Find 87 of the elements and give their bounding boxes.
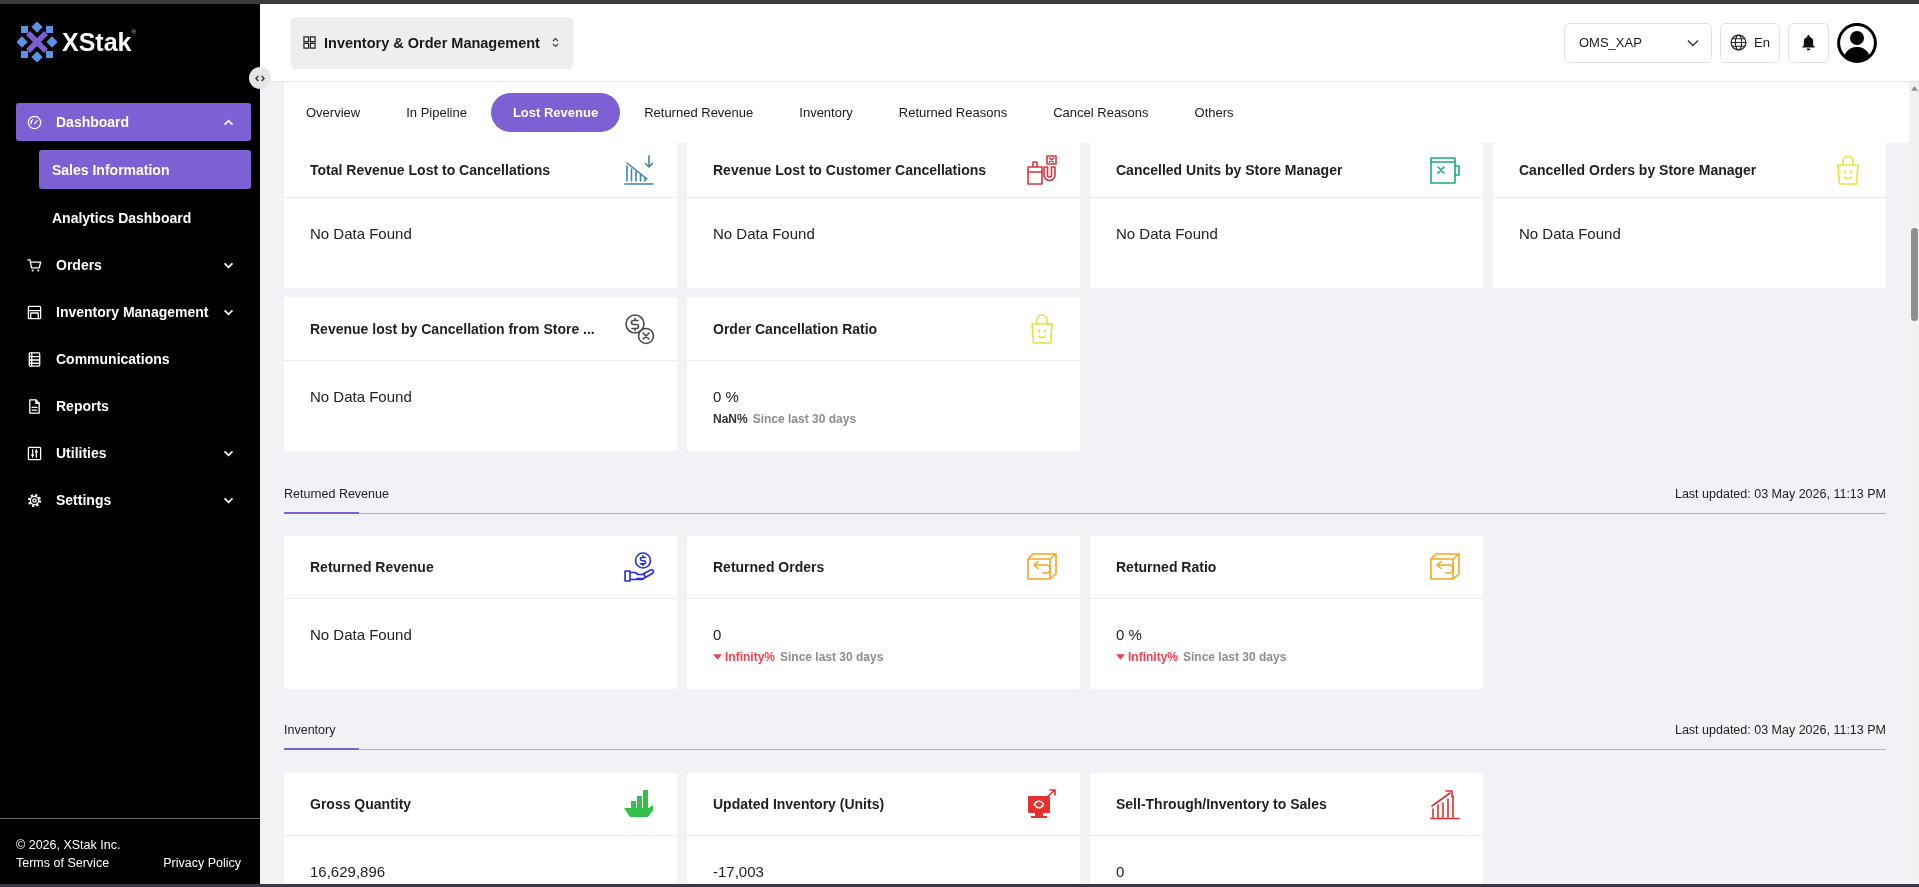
metric-value: 16,629,896 <box>310 862 387 882</box>
globe-icon <box>1730 34 1748 51</box>
last-updated-text: Last updated: 03 May 2026, 11:13 PM <box>1674 722 1886 739</box>
section-title: Inventory <box>284 722 336 739</box>
period-text: Since last 30 days <box>780 649 884 666</box>
notifications-button[interactable] <box>1788 22 1829 63</box>
metric-value: 0 <box>1116 862 1126 882</box>
tab[interactable]: In Pipeline <box>384 93 489 132</box>
card-title: Total Revenue Lost to Cancellations <box>310 162 552 178</box>
tab[interactable]: Cancel Reasons <box>1031 93 1171 132</box>
change-percent: NaN% <box>713 411 748 428</box>
collapse-toggle-button[interactable] <box>249 67 271 89</box>
nav-item[interactable]: Communications <box>16 340 251 378</box>
change-percent: Infinity% <box>725 649 775 666</box>
card-title: Returned Orders <box>713 559 826 575</box>
card-title: Returned Ratio <box>1116 559 1218 575</box>
section-title: Returned Revenue <box>284 486 389 503</box>
wallet-icon <box>1429 154 1461 186</box>
period-text: Since last 30 days <box>1183 649 1287 666</box>
card-title: Revenue Lost to Customer Cancellations <box>713 162 988 178</box>
chevrons-icon <box>255 74 265 82</box>
card-title: Cancelled Units by Store Manager <box>1116 162 1344 178</box>
metric-value: No Data Found <box>310 387 413 407</box>
box-arrow-icon <box>1026 551 1058 583</box>
card-title: Gross Quantity <box>310 796 413 812</box>
scrollbar-thumb[interactable] <box>1910 228 1918 321</box>
language-button[interactable]: En <box>1720 22 1780 63</box>
footer-link[interactable]: Privacy Policy <box>163 854 241 872</box>
logo-icon <box>17 22 57 62</box>
metric-value: No Data Found <box>310 625 413 645</box>
metric-value: No Data Found <box>1116 224 1219 244</box>
metric-value: No Data Found <box>1519 224 1622 244</box>
nav-item[interactable]: Utilities <box>16 434 251 472</box>
nav-item[interactable]: Dashboard <box>16 103 251 141</box>
grid-icon <box>303 36 316 49</box>
nav-item[interactable]: Reports <box>16 387 251 425</box>
module-switcher-button[interactable]: Inventory & Order Management <box>291 16 573 69</box>
card-title: Sell-Through/Inventory to Sales <box>1116 796 1328 812</box>
gear-icon <box>27 492 42 508</box>
card-title: Updated Inventory (Units) <box>713 796 886 812</box>
tab[interactable]: Lost Revenue <box>490 93 621 132</box>
card-title: Revenue lost by Cancellation from Store ... <box>310 320 596 337</box>
list-icon <box>27 351 42 367</box>
store-select[interactable]: OMS_XAP <box>1564 22 1712 63</box>
avatar-icon[interactable] <box>1837 22 1877 63</box>
nav-subitem[interactable]: Analytics Dashboard <box>39 198 251 237</box>
sliders-icon <box>27 445 42 461</box>
tab[interactable]: Others <box>1172 93 1256 132</box>
metric-value: No Data Found <box>713 224 816 244</box>
nav-item[interactable]: Inventory Management <box>16 293 251 331</box>
last-updated-text: Last updated: 03 May 2026, 11:13 PM <box>1674 486 1886 503</box>
change-percent: Infinity% <box>1128 649 1178 666</box>
card-title: Returned Revenue <box>310 559 435 575</box>
metric-value: No Data Found <box>310 224 413 244</box>
period-text: Since last 30 days <box>752 411 857 428</box>
up-down-chevron-icon <box>551 37 559 48</box>
monitor-icon <box>1026 788 1058 820</box>
bar-stack-icon <box>623 788 655 820</box>
metric-value: -17,003 <box>713 862 765 882</box>
hand-coin-icon <box>623 551 655 583</box>
document-icon <box>27 398 42 414</box>
bell-icon <box>1801 34 1816 51</box>
falling-chart-icon <box>623 154 655 186</box>
tab[interactable]: Returned Revenue <box>622 93 776 132</box>
tab[interactable]: Returned Reasons <box>876 93 1030 132</box>
store-icon <box>27 304 42 320</box>
logo-text: XStak$^{®}$ <box>62 27 136 57</box>
rising-chart-icon <box>1429 788 1461 820</box>
box-arrow-icon <box>1429 551 1461 583</box>
coins-icon <box>623 312 655 345</box>
gauge-icon <box>27 114 42 130</box>
copyright-text: © 2026, XStak Inc. <box>16 837 122 854</box>
cart-icon <box>27 257 42 273</box>
triangle-up-icon[interactable] <box>1910 86 1918 91</box>
tab[interactable]: Inventory <box>777 93 875 132</box>
footer-link[interactable]: Terms of Service <box>16 854 110 872</box>
metric-value: 0 % <box>1116 625 1143 645</box>
nav-subitem[interactable]: Sales Information <box>39 150 251 189</box>
nav-item[interactable]: Orders <box>16 246 251 284</box>
chevron-down-icon <box>1687 38 1699 47</box>
metric-value: 0 % <box>713 387 740 407</box>
metric-value: 0 <box>713 625 723 645</box>
card-title: Order Cancellation Ratio <box>713 320 879 337</box>
nav-item[interactable]: Settings <box>16 481 251 519</box>
tab[interactable]: Overview <box>284 93 383 132</box>
card-title: Cancelled Orders by Store Manager <box>1519 162 1758 178</box>
box-magnet-icon <box>1026 154 1058 186</box>
